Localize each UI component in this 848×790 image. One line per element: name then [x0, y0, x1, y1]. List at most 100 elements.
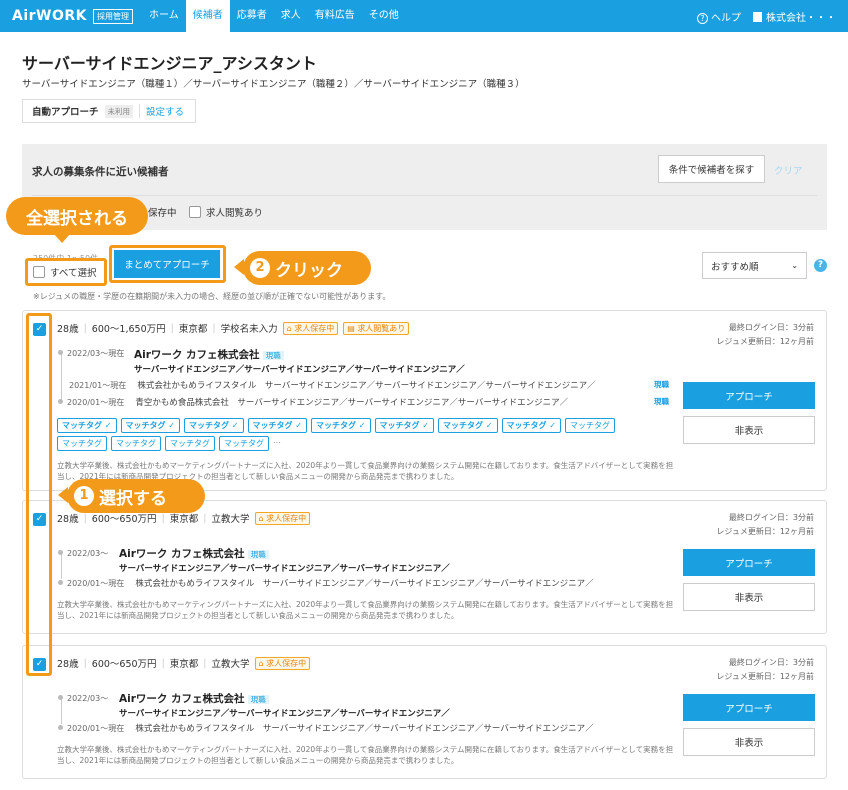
status-badge: ▤ 求人閲覧あり: [343, 321, 410, 335]
help-label: ヘルプ: [711, 12, 741, 24]
match-tag: マッチタグ ✓: [374, 418, 434, 433]
search-by-condition-button[interactable]: 条件で候補者を探す: [658, 155, 765, 183]
approach-button[interactable]: アプローチ: [683, 382, 815, 409]
salary: 600〜650万円: [91, 514, 157, 525]
status-badge: ⌂ 求人保存中: [282, 321, 339, 335]
step-number: 2: [250, 258, 270, 278]
match-tag: マッチタグ ✓: [438, 418, 498, 433]
question-icon[interactable]: ?: [814, 259, 827, 272]
candidate-meta: 最終ログイン日：3分前 レジュメ更新日：12ヶ月前: [716, 656, 814, 684]
last-login: 最終ログイン日：3分前: [728, 658, 814, 667]
candidate-card: ✓ 28歳 | 600〜650万円 | 東京都 | 立教大学 ⌂ 求人保存中 最終ログ…: [22, 645, 827, 779]
career-roles: サーバーサイドエンジニア／サーバーサイドエンジニア／サーバーサイドエンジニア／: [119, 564, 450, 574]
current-job-tag: 現職: [654, 380, 669, 389]
career-roles: サーバーサイドエンジニア／サーバーサイドエンジニア／サーバーサイドエンジニア／: [134, 365, 465, 375]
career-item: 2022/03〜: [58, 693, 108, 704]
career-item: 2022/03〜現在: [58, 348, 124, 359]
nav-paid-ads[interactable]: 有料広告: [308, 0, 362, 32]
page-subtitle: サーバーサイドエンジニア（職種１）／サーバーサイドエンジニア（職種２）／サーバー…: [22, 79, 525, 90]
candidate-profile: 28歳 | 600〜650万円 | 東京都 | 立教大学 ⌂ 求人保存中: [57, 511, 311, 525]
auto-approach-label: 自動アプローチ: [32, 107, 99, 118]
filter-saved-label: 保存中: [148, 208, 177, 219]
match-tags: マッチタグ ✓ マッチタグ ✓ マッチタグ ✓ マッチタグ ✓ マッチタグ ✓ …: [57, 418, 657, 451]
header-right: ? ヘルプ 株式会社・・・: [697, 0, 836, 32]
nav-home[interactable]: ホーム: [142, 0, 186, 32]
click-callout-text: クリック: [275, 260, 343, 281]
more-tags[interactable]: …: [273, 436, 281, 451]
candidate-description: 立教大学卒業後、株式会社かもめマーケティングパートナーズに入社、2020年より一…: [57, 745, 674, 765]
resume-updated: レジュメ更新日：12ヶ月前: [716, 337, 814, 346]
airwork-logo[interactable]: AirWORK: [12, 8, 87, 24]
career-item: 2020/01〜現在 青空かもめ食品株式会社 サーバーサイドエンジニア／サーバー…: [58, 396, 568, 408]
age: 28歳: [57, 324, 79, 335]
timeline-dot: [58, 725, 63, 730]
resume-updated: レジュメ更新日：12ヶ月前: [716, 672, 814, 681]
salary: 600〜1,650万円: [91, 324, 166, 335]
nav-candidates[interactable]: 候補者: [185, 0, 230, 32]
career-company: Airワーク カフェ株式会社 現職: [119, 546, 269, 561]
hide-button[interactable]: 非表示: [683, 416, 815, 444]
help-icon: ?: [697, 12, 708, 24]
page-title: サーバーサイドエンジニア_アシスタント: [22, 54, 317, 73]
match-tag: マッチタグ: [57, 436, 107, 451]
logo-badge: 採用管理: [93, 9, 133, 24]
current-job-tag: 現職: [262, 351, 284, 360]
candidate-meta: 最終ログイン日：3分前 レジュメ更新日：12ヶ月前: [716, 511, 814, 539]
approach-button[interactable]: アプローチ: [683, 694, 815, 721]
career-item: 2021/01〜現在 株式会社かもめライフスタイル サーバーサイドエンジニア／サ…: [69, 381, 596, 391]
match-tag: マッチタグ ✓: [311, 418, 371, 433]
career-item: 2020/01〜現在 株式会社かもめライフスタイル サーバーサイドエンジニア／サ…: [58, 577, 594, 589]
match-tag: マッチタグ: [565, 418, 615, 433]
location: 東京都: [169, 659, 199, 670]
approach-button[interactable]: アプローチ: [683, 549, 815, 576]
filter-viewed-checkbox[interactable]: [189, 206, 201, 218]
hide-button[interactable]: 非表示: [683, 728, 815, 756]
nav-jobs[interactable]: 求人: [274, 0, 308, 32]
click-callout: 2 クリック: [243, 251, 371, 285]
nav-other[interactable]: その他: [362, 0, 406, 32]
candidate-profile: 28歳 | 600〜650万円 | 東京都 | 立教大学 ⌂ 求人保存中: [57, 656, 311, 670]
hide-button[interactable]: 非表示: [683, 583, 815, 611]
auto-approach-box: 自動アプローチ 未利用 設定する: [22, 99, 196, 123]
school: 学校名未入力: [220, 324, 278, 335]
status-badge: ⌂ 求人保存中: [254, 656, 311, 670]
filter-viewed[interactable]: 求人閲覧あり: [189, 205, 263, 219]
career-company: Airワーク カフェ株式会社 現職: [119, 691, 269, 706]
current-job-tag: 現職: [247, 550, 269, 559]
select-all-highlight: [25, 258, 107, 286]
auto-approach-status: 未利用: [104, 104, 134, 118]
match-tag: マッチタグ: [165, 436, 215, 451]
location: 東京都: [169, 514, 199, 525]
age: 28歳: [57, 514, 79, 525]
match-tag: マッチタグ ✓: [184, 418, 244, 433]
company-name: 株式会社・・・: [766, 12, 836, 24]
clear-button[interactable]: クリア: [774, 163, 803, 177]
filter-saved[interactable]: 保存中: [148, 205, 177, 219]
last-login: 最終ログイン日：3分前: [728, 323, 814, 332]
candidate-card: ✓ 28歳 | 600〜650万円 | 東京都 | 立教大学 ⌂ 求人保存中 最終ログ…: [22, 500, 827, 634]
main-nav: ホーム 候補者 応募者 求人 有料広告 その他: [142, 0, 406, 32]
nav-applicants[interactable]: 応募者: [230, 0, 274, 32]
filter-viewed-label: 求人閲覧あり: [206, 208, 264, 219]
sort-value: おすすめ順: [711, 261, 759, 273]
search-title: 求人の募集条件に近い候補者: [32, 166, 169, 178]
select-callout: 1 選択する: [67, 479, 205, 513]
match-tag: マッチタグ ✓: [120, 418, 180, 433]
match-tag: マッチタグ ✓: [57, 418, 117, 433]
age: 28歳: [57, 659, 79, 670]
company-menu[interactable]: 株式会社・・・: [753, 9, 836, 24]
help-link[interactable]: ? ヘルプ: [697, 9, 741, 24]
candidate-meta: 最終ログイン日：3分前 レジュメ更新日：12ヶ月前: [716, 321, 814, 349]
current-job-tag: 現職: [654, 397, 669, 406]
auto-approach-settings-link[interactable]: 設定する: [139, 104, 184, 118]
career-company: Airワーク カフェ株式会社 現職: [134, 347, 284, 362]
salary: 600〜650万円: [91, 659, 157, 670]
divider: [32, 195, 817, 196]
sort-select[interactable]: おすすめ順 ⌄: [702, 252, 807, 279]
chevron-down-icon: ⌄: [791, 261, 798, 270]
step-number: 1: [74, 486, 94, 506]
match-tag: マッチタグ: [219, 436, 269, 451]
match-tag: マッチタグ ✓: [501, 418, 561, 433]
callout-pointer: [54, 234, 70, 243]
timeline-dot: [58, 399, 63, 404]
